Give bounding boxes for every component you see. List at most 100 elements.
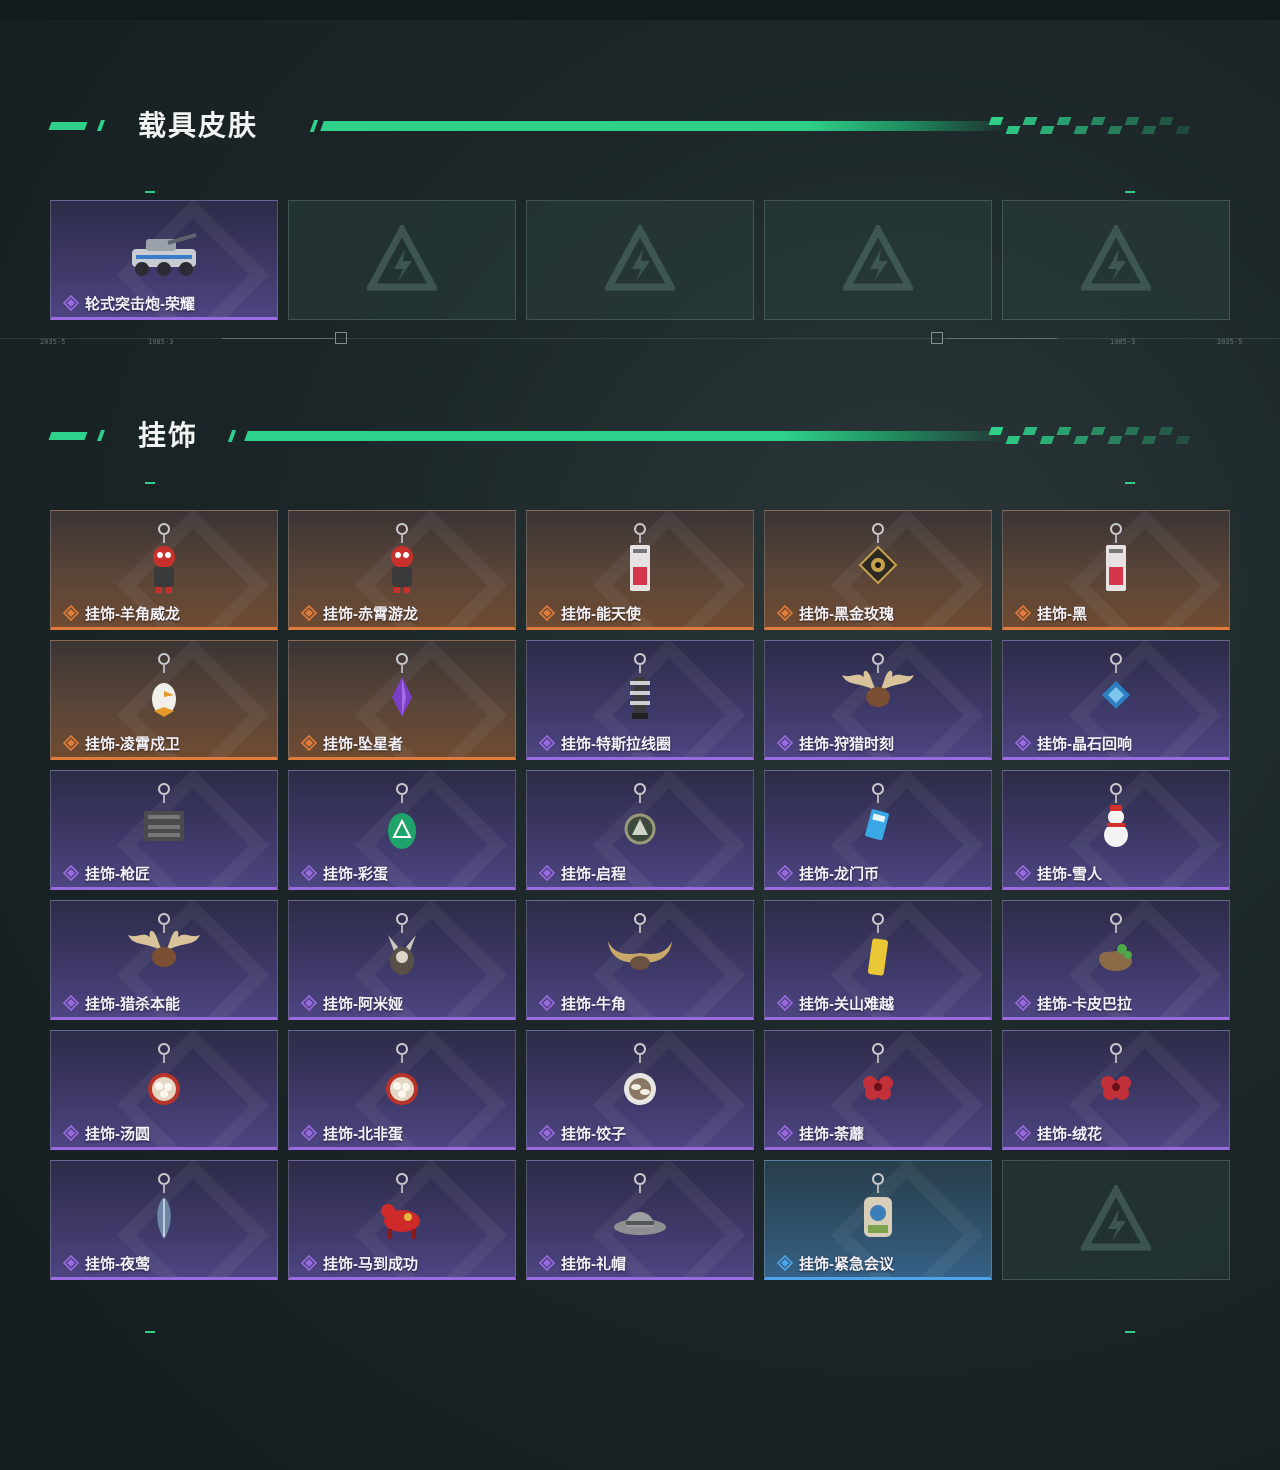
rarity-gem-icon — [776, 864, 794, 882]
coil-charm-icon — [600, 651, 680, 731]
item-name: 挂饰-北非蛋 — [323, 1125, 403, 1143]
item-card[interactable]: 挂饰-特斯拉线圈 — [526, 640, 754, 760]
empty-slot[interactable] — [288, 200, 516, 320]
item-card[interactable]: 挂饰-启程 — [526, 770, 754, 890]
item-label: 挂饰-猎杀本能 — [62, 993, 180, 1013]
corner-mark — [145, 1331, 155, 1333]
item-name: 挂饰-狩猎时刻 — [799, 735, 894, 753]
dragon-figure-charm-icon — [362, 521, 442, 601]
feather-charm-icon — [124, 1171, 204, 1251]
charm-grid: 挂饰-羊角威龙 挂饰-赤霄游龙 挂饰-能天使 挂饰-黑金玫瑰 挂饰-黑 挂饰-凌霄戍卫 挂饰… — [50, 510, 1230, 1280]
item-card[interactable]: 挂饰-枪匠 — [50, 770, 278, 890]
item-label: 挂饰-紧急会议 — [776, 1253, 894, 1273]
item-card[interactable]: 挂饰-关山难越 — [764, 900, 992, 1020]
item-label: 挂饰-启程 — [538, 863, 626, 883]
item-card[interactable]: 挂饰-猎杀本能 — [50, 900, 278, 1020]
checker-square — [1158, 427, 1174, 435]
item-card[interactable]: 挂饰-北非蛋 — [288, 1030, 516, 1150]
rarity-gem-icon — [538, 1254, 556, 1272]
rarity-gem-icon — [300, 864, 318, 882]
item-card[interactable]: 挂饰-马到成功 — [288, 1160, 516, 1280]
game-logo-icon — [1079, 222, 1153, 295]
item-label: 挂饰-绒花 — [1014, 1123, 1102, 1143]
item-label: 挂饰-羊角威龙 — [62, 603, 180, 623]
rarity-gem-icon — [300, 994, 318, 1012]
empty-slot[interactable] — [526, 200, 754, 320]
header-bar — [320, 121, 1014, 131]
header-dash — [48, 122, 88, 130]
item-card[interactable]: 挂饰-晶石回响 — [1002, 640, 1230, 760]
item-card[interactable]: 挂饰-阿米娅 — [288, 900, 516, 1020]
bowl-charm-icon — [362, 1041, 442, 1121]
item-name: 挂饰-汤圆 — [85, 1125, 150, 1143]
item-card[interactable]: 挂饰-龙门币 — [764, 770, 992, 890]
checker-square — [988, 427, 1004, 435]
item-card[interactable]: 挂饰-夜莺 — [50, 1160, 278, 1280]
rarity-gem-icon — [1014, 604, 1032, 622]
item-card[interactable]: 轮式突击炮-荣耀 — [50, 200, 278, 320]
rarity-gem-icon — [62, 994, 80, 1012]
empty-slot[interactable] — [1002, 200, 1230, 320]
empty-slot[interactable] — [764, 200, 992, 320]
item-name: 挂饰-礼帽 — [561, 1255, 626, 1273]
item-card[interactable]: 挂饰-黑 — [1002, 510, 1230, 630]
item-card[interactable]: 挂饰-坠星者 — [288, 640, 516, 760]
tag-charm-icon — [1076, 521, 1156, 601]
item-card[interactable]: 挂饰-荼蘼 — [764, 1030, 992, 1150]
item-label: 挂饰-夜莺 — [62, 1253, 150, 1273]
horn-charm-icon — [600, 911, 680, 991]
item-card[interactable]: 挂饰-卡皮巴拉 — [1002, 900, 1230, 1020]
item-label: 轮式突击炮-荣耀 — [62, 293, 195, 313]
top-bar — [0, 0, 1280, 20]
item-card[interactable]: 挂饰-礼帽 — [526, 1160, 754, 1280]
item-name: 挂饰-荼蘼 — [799, 1125, 864, 1143]
checker-square — [1124, 117, 1140, 125]
item-card[interactable]: 挂饰-能天使 — [526, 510, 754, 630]
rarity-gem-icon — [62, 864, 80, 882]
crate-charm-icon — [124, 781, 204, 861]
item-card[interactable]: 挂饰-狩猎时刻 — [764, 640, 992, 760]
egg-charm-icon — [362, 781, 442, 861]
item-card[interactable]: 挂饰-牛角 — [526, 900, 754, 1020]
section-title: 挂饰 — [138, 420, 199, 451]
item-card[interactable]: 挂饰-紧急会议 — [764, 1160, 992, 1280]
item-card[interactable]: 挂饰-雪人 — [1002, 770, 1230, 890]
vehicle-grid: 轮式突击炮-荣耀 — [50, 200, 1230, 320]
item-label: 挂饰-阿米娅 — [300, 993, 403, 1013]
item-name: 挂饰-启程 — [561, 865, 626, 883]
header-dash — [96, 430, 106, 441]
header-tick — [309, 120, 319, 132]
section-title: 载具皮肤 — [138, 110, 259, 141]
rarity-gem-icon — [538, 734, 556, 752]
rarity-gem-icon — [776, 604, 794, 622]
bunny-charm-icon — [362, 911, 442, 991]
checker-square — [1124, 427, 1140, 435]
hud-label: 1985-3 — [1110, 338, 1136, 346]
item-card[interactable]: 挂饰-汤圆 — [50, 1030, 278, 1150]
item-card[interactable]: 挂饰-赤霄游龙 — [288, 510, 516, 630]
hud-square — [335, 332, 347, 344]
item-label: 挂饰-凌霄戍卫 — [62, 733, 180, 753]
item-card[interactable]: 挂饰-羊角威龙 — [50, 510, 278, 630]
item-card[interactable]: 挂饰-凌霄戍卫 — [50, 640, 278, 760]
game-logo-icon — [1079, 1182, 1153, 1255]
item-label: 挂饰-荼蘼 — [776, 1123, 864, 1143]
rarity-gem-icon — [1014, 1124, 1032, 1142]
item-card[interactable]: 挂饰-饺子 — [526, 1030, 754, 1150]
rarity-gem-icon — [1014, 734, 1032, 752]
item-label: 挂饰-赤霄游龙 — [300, 603, 418, 623]
item-name: 挂饰-龙门币 — [799, 865, 879, 883]
item-label: 挂饰-晶石回响 — [1014, 733, 1132, 753]
checker-pattern — [988, 426, 1200, 446]
item-card[interactable]: 挂饰-绒花 — [1002, 1030, 1230, 1150]
item-label: 挂饰-关山难越 — [776, 993, 894, 1013]
item-card[interactable]: 挂饰-彩蛋 — [288, 770, 516, 890]
empty-slot[interactable] — [1002, 1160, 1230, 1280]
bird-charm-icon — [124, 651, 204, 731]
item-name: 挂饰-赤霄游龙 — [323, 605, 418, 623]
item-label: 挂饰-特斯拉线圈 — [538, 733, 671, 753]
item-card[interactable]: 挂饰-黑金玫瑰 — [764, 510, 992, 630]
section-header: 挂饰 — [0, 418, 1280, 458]
item-name: 挂饰-黑 — [1037, 605, 1087, 623]
section-header: 载具皮肤 — [0, 108, 1280, 148]
